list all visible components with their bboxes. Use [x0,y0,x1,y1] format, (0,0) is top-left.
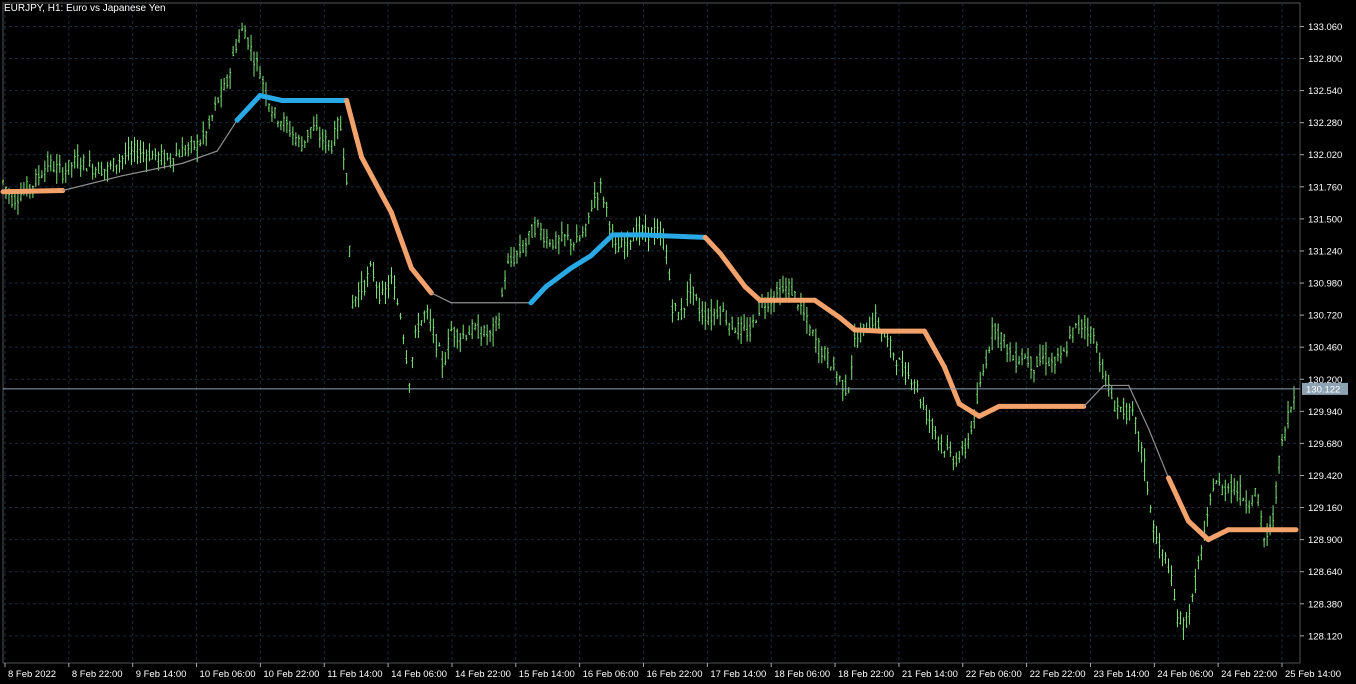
x-tick-label: 23 Feb 14:00 [1093,669,1149,680]
x-tick-label: 21 Feb 14:00 [902,669,958,680]
y-tick-label: 130.980 [1308,279,1342,290]
x-tick-label: 25 Feb 14:00 [1285,669,1341,680]
y-tick-label: 128.900 [1308,535,1342,546]
x-tick-label: 24 Feb 22:00 [1221,669,1277,680]
y-tick-label: 129.940 [1308,407,1342,418]
y-tick-label: 131.760 [1308,182,1342,193]
y-tick-label: 129.680 [1308,439,1342,450]
price-chart[interactable]: 133.060 132.800 132.540 132.280 132.020 131.7… [0,0,1356,684]
ribbon-segment-bull [638,232,708,240]
x-tick-label: 8 Feb 22:00 [72,669,123,680]
ribbon-segment-bear [0,188,66,195]
y-tick-label: 128.120 [1308,631,1342,642]
y-tick-label: 130.720 [1308,311,1342,322]
ribbon-segment-bear [852,327,883,334]
y-tick-label: 128.380 [1308,599,1342,610]
y-tick-label: 132.280 [1308,118,1342,129]
x-tick-label: 15 Feb 14:00 [519,669,575,680]
x-tick-label: 16 Feb 22:00 [647,669,703,680]
y-tick-label: 131.240 [1308,246,1342,257]
x-tick-label: 22 Feb 22:00 [1030,669,1086,680]
y-tick-label: 128.640 [1308,567,1342,578]
x-tick-label: 8 Feb 2022 [8,669,56,680]
x-tick-label: 11 Feb 14:00 [327,669,382,680]
y-tick-label: 132.540 [1308,86,1342,97]
y-tick-label: 130.460 [1308,343,1342,354]
y-tick-label: 132.020 [1308,150,1342,161]
x-tick-label: 18 Feb 06:00 [774,669,830,680]
x-tick-label: 18 Feb 22:00 [838,669,894,680]
x-tick-label: 17 Feb 14:00 [710,669,766,680]
current-price-label: 130.122 [1306,384,1340,395]
y-tick-label: 129.420 [1308,471,1342,482]
x-tick-label: 9 Feb 14:00 [136,669,187,680]
x-tick-label: 10 Feb 22:00 [263,669,319,680]
x-tick-label: 16 Feb 06:00 [583,669,639,680]
chart-title: EURJPY, H1: Euro vs Japanese Yen [4,3,166,14]
chart-background [0,0,1356,684]
x-tick-label: 24 Feb 06:00 [1157,669,1213,680]
x-tick-label: 14 Feb 22:00 [455,669,511,680]
x-tick-label: 22 Feb 06:00 [966,669,1022,680]
y-tick-label: 132.800 [1308,54,1342,65]
y-tick-label: 133.060 [1308,22,1342,33]
x-tick-label: 14 Feb 06:00 [391,669,447,680]
x-tick-label: 10 Feb 06:00 [200,669,256,680]
y-tick-label: 129.160 [1308,503,1342,514]
y-tick-label: 131.500 [1308,214,1342,225]
